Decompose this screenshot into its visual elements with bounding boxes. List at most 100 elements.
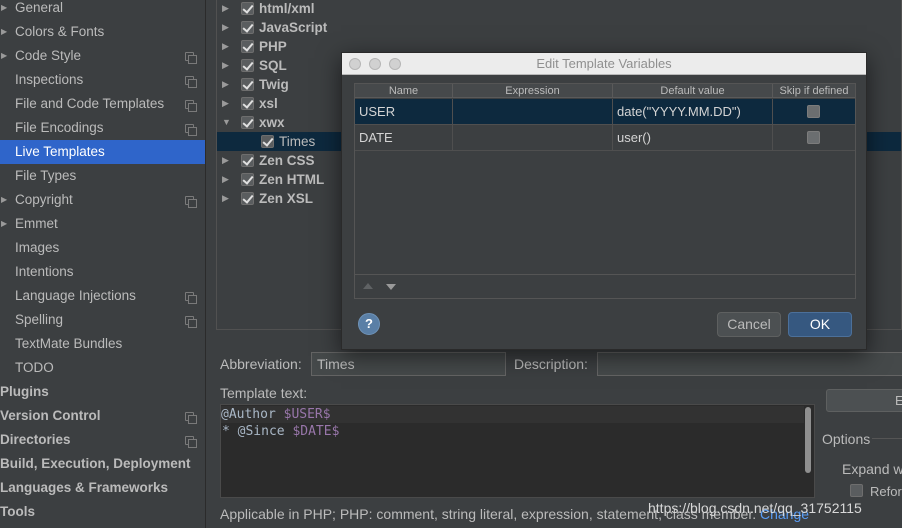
move-down-icon[interactable] xyxy=(386,284,396,290)
options-label: Options xyxy=(822,431,871,447)
project-settings-icon xyxy=(185,124,197,136)
expand-arrow-icon[interactable]: ▶ xyxy=(1,0,7,20)
ok-button[interactable]: OK xyxy=(788,312,852,337)
sidebar-item[interactable]: Build, Execution, Deployment xyxy=(0,452,205,476)
template-label: xwx xyxy=(259,115,285,130)
sidebar-item[interactable]: File and Code Templates xyxy=(0,92,205,116)
enabled-checkbox[interactable] xyxy=(241,97,254,110)
expand-arrow-icon[interactable]: ▶ xyxy=(222,151,229,170)
help-button[interactable]: ? xyxy=(358,313,380,335)
project-settings-icon xyxy=(185,292,197,304)
enabled-checkbox[interactable] xyxy=(241,2,254,15)
sidebar-item[interactable]: Plugins xyxy=(0,380,205,404)
column-header-expression[interactable]: Expression xyxy=(453,84,613,98)
enabled-checkbox[interactable] xyxy=(241,116,254,129)
cell-default-value[interactable]: date("YYYY.MM.DD") xyxy=(613,99,773,125)
column-header-skip-if-defined[interactable]: Skip if defined xyxy=(773,84,855,98)
sidebar-item[interactable]: TODO xyxy=(0,356,205,380)
move-up-icon[interactable] xyxy=(363,283,373,289)
template-label: SQL xyxy=(259,58,287,73)
expand-arrow-icon[interactable]: ▶ xyxy=(222,75,229,94)
enabled-checkbox[interactable] xyxy=(241,173,254,186)
sidebar-item[interactable]: Intentions xyxy=(0,260,205,284)
sidebar-item[interactable]: Tools xyxy=(0,500,205,524)
expand-arrow-icon[interactable]: ▶ xyxy=(1,188,7,212)
cell-skip-if-defined xyxy=(773,99,855,125)
sidebar-item-label: Inspections xyxy=(15,72,84,87)
dialog-titlebar: Edit Template Variables xyxy=(342,53,866,75)
sidebar-item[interactable]: ▶ Copyright xyxy=(0,188,205,212)
expand-arrow-icon[interactable]: ▶ xyxy=(222,189,229,208)
sidebar-item[interactable]: Language Injections xyxy=(0,284,205,308)
expand-arrow-icon[interactable]: ▶ xyxy=(222,94,229,113)
template-group[interactable]: ▶ html/xml xyxy=(217,0,901,18)
sidebar-item-label: File Types xyxy=(15,168,77,183)
template-line: @Author $USER$ xyxy=(221,406,804,423)
expand-arrow-icon[interactable]: ▶ xyxy=(1,20,7,44)
sidebar-item[interactable]: Version Control xyxy=(0,404,205,428)
enabled-checkbox[interactable] xyxy=(241,78,254,91)
enabled-checkbox[interactable] xyxy=(241,21,254,34)
table-row[interactable]: USER date("YYYY.MM.DD") xyxy=(355,99,855,125)
description-input[interactable] xyxy=(597,352,902,376)
template-label: Zen XSL xyxy=(259,191,314,206)
template-line: * @Since $DATE$ xyxy=(222,423,339,440)
enabled-checkbox[interactable] xyxy=(241,154,254,167)
table-row[interactable]: DATE user() xyxy=(355,125,855,151)
expand-arrow-icon[interactable]: ▶ xyxy=(222,0,229,18)
expand-arrow-icon[interactable]: ▶ xyxy=(1,44,7,68)
cell-name[interactable]: DATE xyxy=(355,125,453,151)
sidebar-item-label: Build, Execution, Deployment xyxy=(0,456,191,471)
abbreviation-input[interactable]: Times xyxy=(311,352,506,376)
reformat-checkbox[interactable] xyxy=(850,484,863,497)
template-text-label: Template text: xyxy=(220,385,308,401)
sidebar-item[interactable]: Live Templates xyxy=(0,140,205,164)
sidebar-item[interactable]: ▶ Code Style xyxy=(0,44,205,68)
watermark: https://blog.csdn.net/qq_31752115 xyxy=(648,500,862,516)
enabled-checkbox[interactable] xyxy=(241,40,254,53)
sidebar-item[interactable]: TextMate Bundles xyxy=(0,332,205,356)
sidebar-item[interactable]: Inspections xyxy=(0,68,205,92)
sidebar-item[interactable]: ▶ Colors & Fonts xyxy=(0,20,205,44)
sidebar-item[interactable]: Directories xyxy=(0,428,205,452)
collapse-arrow-icon[interactable]: ▼ xyxy=(222,113,231,132)
expand-arrow-icon[interactable]: ▶ xyxy=(222,37,229,56)
enabled-checkbox[interactable] xyxy=(241,192,254,205)
cell-default-value[interactable]: user() xyxy=(613,125,773,151)
sidebar-item[interactable]: Spelling xyxy=(0,308,205,332)
settings-sidebar: ▶ General ▶ Colors & Fonts ▶ Code Style Inspec… xyxy=(0,0,206,528)
expand-with-label: Expand w xyxy=(842,461,902,477)
sidebar-item[interactable]: Languages & Frameworks xyxy=(0,476,205,500)
cell-name[interactable]: USER xyxy=(355,99,453,125)
template-text-editor[interactable]: @Author $USER$ * @Since $DATE$ xyxy=(220,404,815,498)
sidebar-item[interactable]: Images xyxy=(0,236,205,260)
enabled-checkbox[interactable] xyxy=(241,59,254,72)
sidebar-item[interactable]: ▶ General xyxy=(0,0,205,20)
expand-arrow-icon[interactable]: ▶ xyxy=(222,170,229,189)
cancel-button[interactable]: Cancel xyxy=(717,312,781,337)
skip-if-defined-checkbox[interactable] xyxy=(807,131,820,144)
sidebar-item-label: Spelling xyxy=(15,312,64,327)
template-variable: $USER$ xyxy=(283,407,331,422)
sidebar-item[interactable]: File Encodings xyxy=(0,116,205,140)
template-group[interactable]: ▶ JavaScript xyxy=(217,18,901,37)
sidebar-item[interactable]: File Types xyxy=(0,164,205,188)
template-label: Zen HTML xyxy=(259,172,325,187)
edit-variables-button[interactable]: E xyxy=(826,389,902,412)
reformat-label: Refor xyxy=(870,484,902,499)
enabled-checkbox[interactable] xyxy=(261,135,274,148)
cell-expression[interactable] xyxy=(453,99,613,125)
template-label: JavaScript xyxy=(259,20,328,35)
editor-scrollbar[interactable] xyxy=(805,407,811,473)
skip-if-defined-checkbox[interactable] xyxy=(807,105,820,118)
expand-arrow-icon[interactable]: ▶ xyxy=(1,212,7,236)
cell-expression[interactable] xyxy=(453,125,613,151)
column-header-name[interactable]: Name xyxy=(355,84,453,98)
sidebar-item-label: Plugins xyxy=(0,384,49,399)
sidebar-item-label: Colors & Fonts xyxy=(15,24,105,39)
column-header-default-value[interactable]: Default value xyxy=(613,84,773,98)
sidebar-item-label: Language Injections xyxy=(15,288,136,303)
expand-arrow-icon[interactable]: ▶ xyxy=(222,18,229,37)
sidebar-item[interactable]: ▶ Emmet xyxy=(0,212,205,236)
expand-arrow-icon[interactable]: ▶ xyxy=(222,56,229,75)
